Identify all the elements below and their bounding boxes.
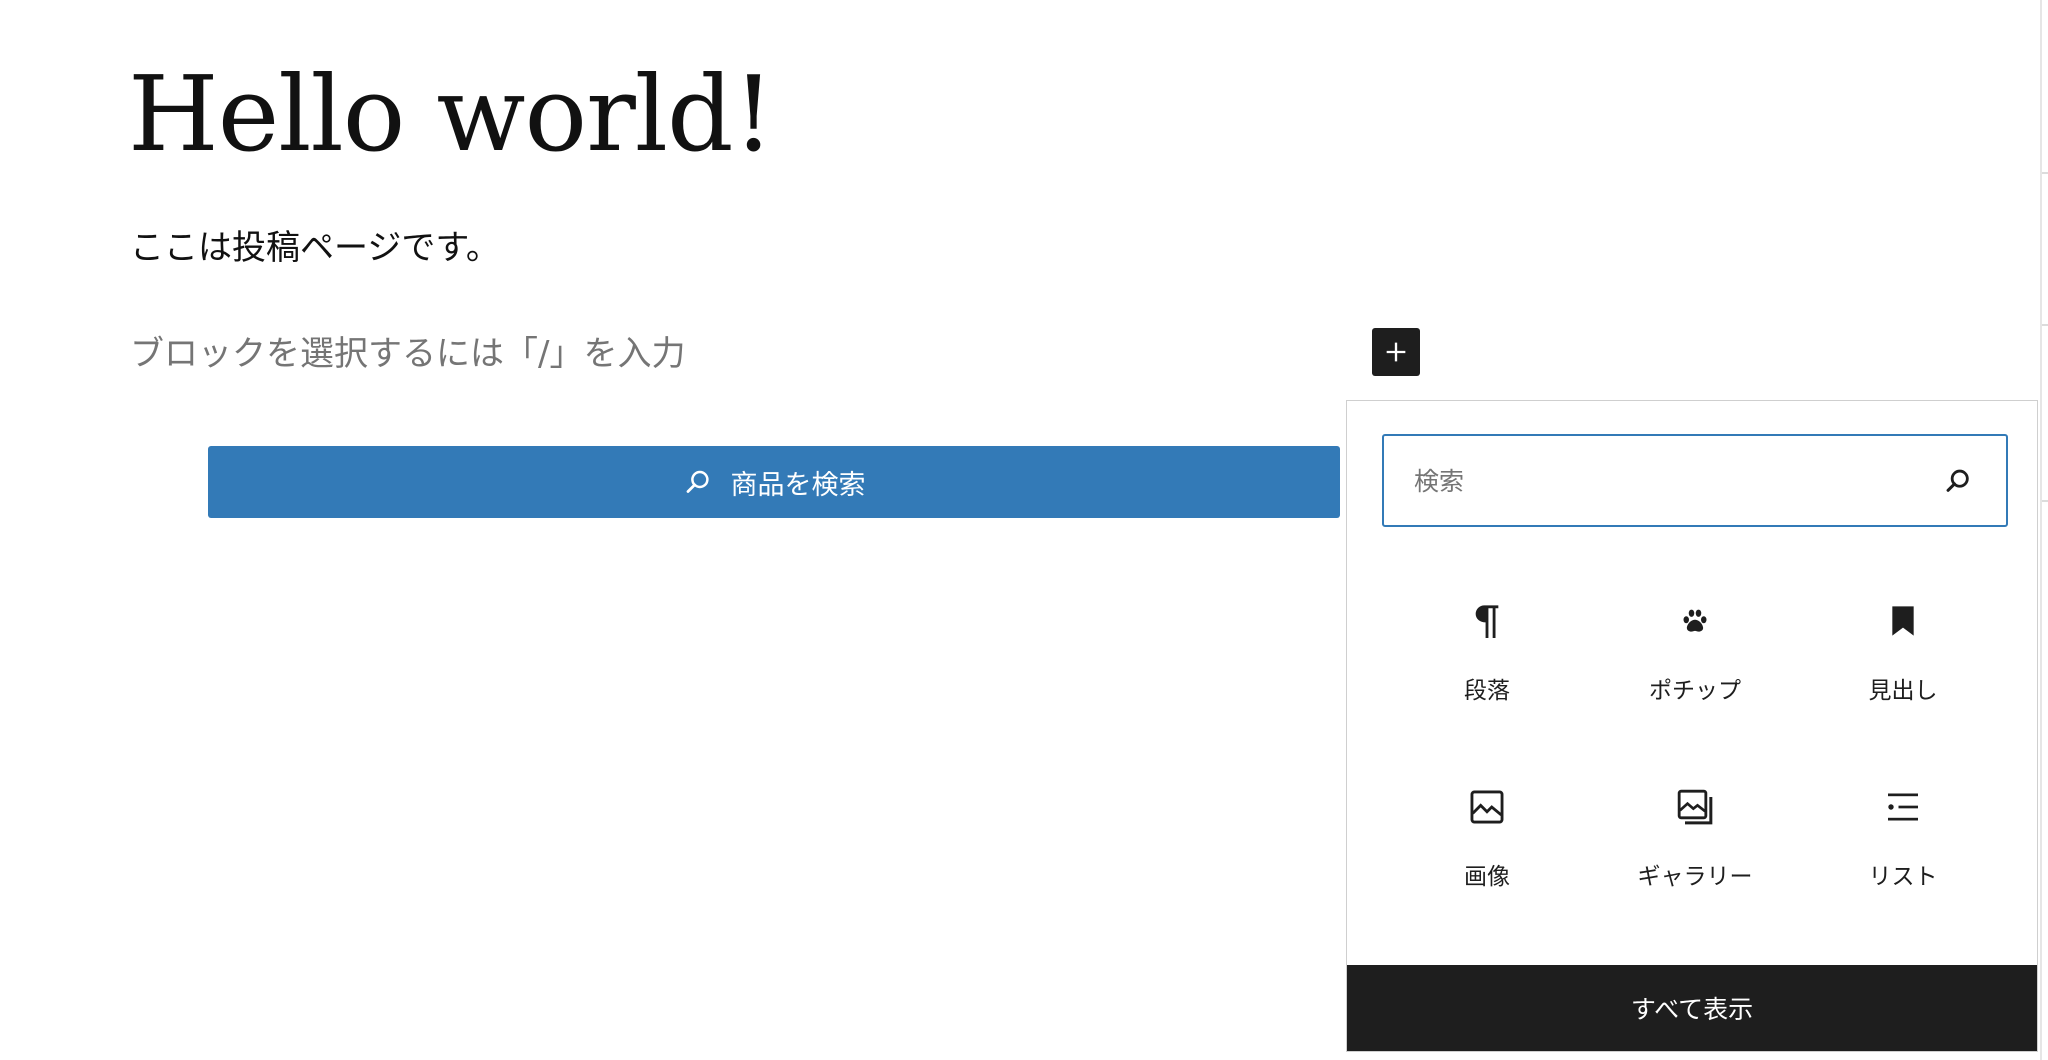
block-item-heading[interactable]: 見出し (1799, 571, 2007, 757)
block-item-label: ギャラリー (1637, 864, 1753, 890)
paragraph-block[interactable]: ここは投稿ページです。 (130, 222, 500, 274)
product-search-label: 商品を検索 (730, 469, 866, 501)
block-inserter-popover: 段落 ポチップ (1346, 400, 2038, 1052)
block-item-pochipp[interactable]: ポチップ (1591, 571, 1799, 757)
block-item-label: 段落 (1464, 678, 1510, 704)
show-all-blocks-button[interactable]: すべて表示 (1347, 965, 2037, 1051)
paragraph-icon (1475, 605, 1499, 638)
right-panel-tick (2042, 324, 2048, 326)
block-item-list[interactable]: リスト (1799, 757, 2007, 943)
block-item-image[interactable]: 画像 (1383, 757, 1591, 943)
block-item-label: 見出し (1868, 678, 1938, 704)
search-icon (1946, 469, 1969, 492)
editor-canvas: Hello world! ここは投稿ページです。 ブロックを選択するには「/」を… (0, 0, 2048, 1060)
block-inserter-toggle-button[interactable] (1372, 328, 1420, 376)
bookmark-icon (1892, 606, 1914, 636)
block-item-label: 画像 (1464, 864, 1510, 890)
list-icon (1888, 793, 1918, 821)
right-panel-tick (2042, 500, 2048, 502)
block-types-grid: 段落 ポチップ 見出し 画像 ギャラリー リスト (1383, 571, 2007, 943)
gallery-icon (1677, 789, 1713, 825)
plus-icon (1386, 342, 1406, 362)
right-panel-tick (2042, 172, 2048, 174)
image-icon (1470, 790, 1504, 824)
block-item-label: ポチップ (1649, 678, 1741, 704)
search-icon (686, 470, 709, 493)
inserter-search-input[interactable] (1412, 436, 1936, 527)
inserter-search-box (1382, 434, 2008, 527)
product-search-button[interactable]: 商品を検索 (208, 446, 1340, 518)
block-item-gallery[interactable]: ギャラリー (1591, 757, 1799, 943)
post-title[interactable]: Hello world! (128, 54, 774, 174)
right-panel-edge (2040, 0, 2042, 1060)
empty-block-placeholder[interactable]: ブロックを選択するには「/」を入力 (130, 328, 685, 380)
block-item-label: リスト (1868, 864, 1938, 890)
block-item-paragraph[interactable]: 段落 (1383, 571, 1591, 757)
paw-icon (1683, 609, 1707, 632)
